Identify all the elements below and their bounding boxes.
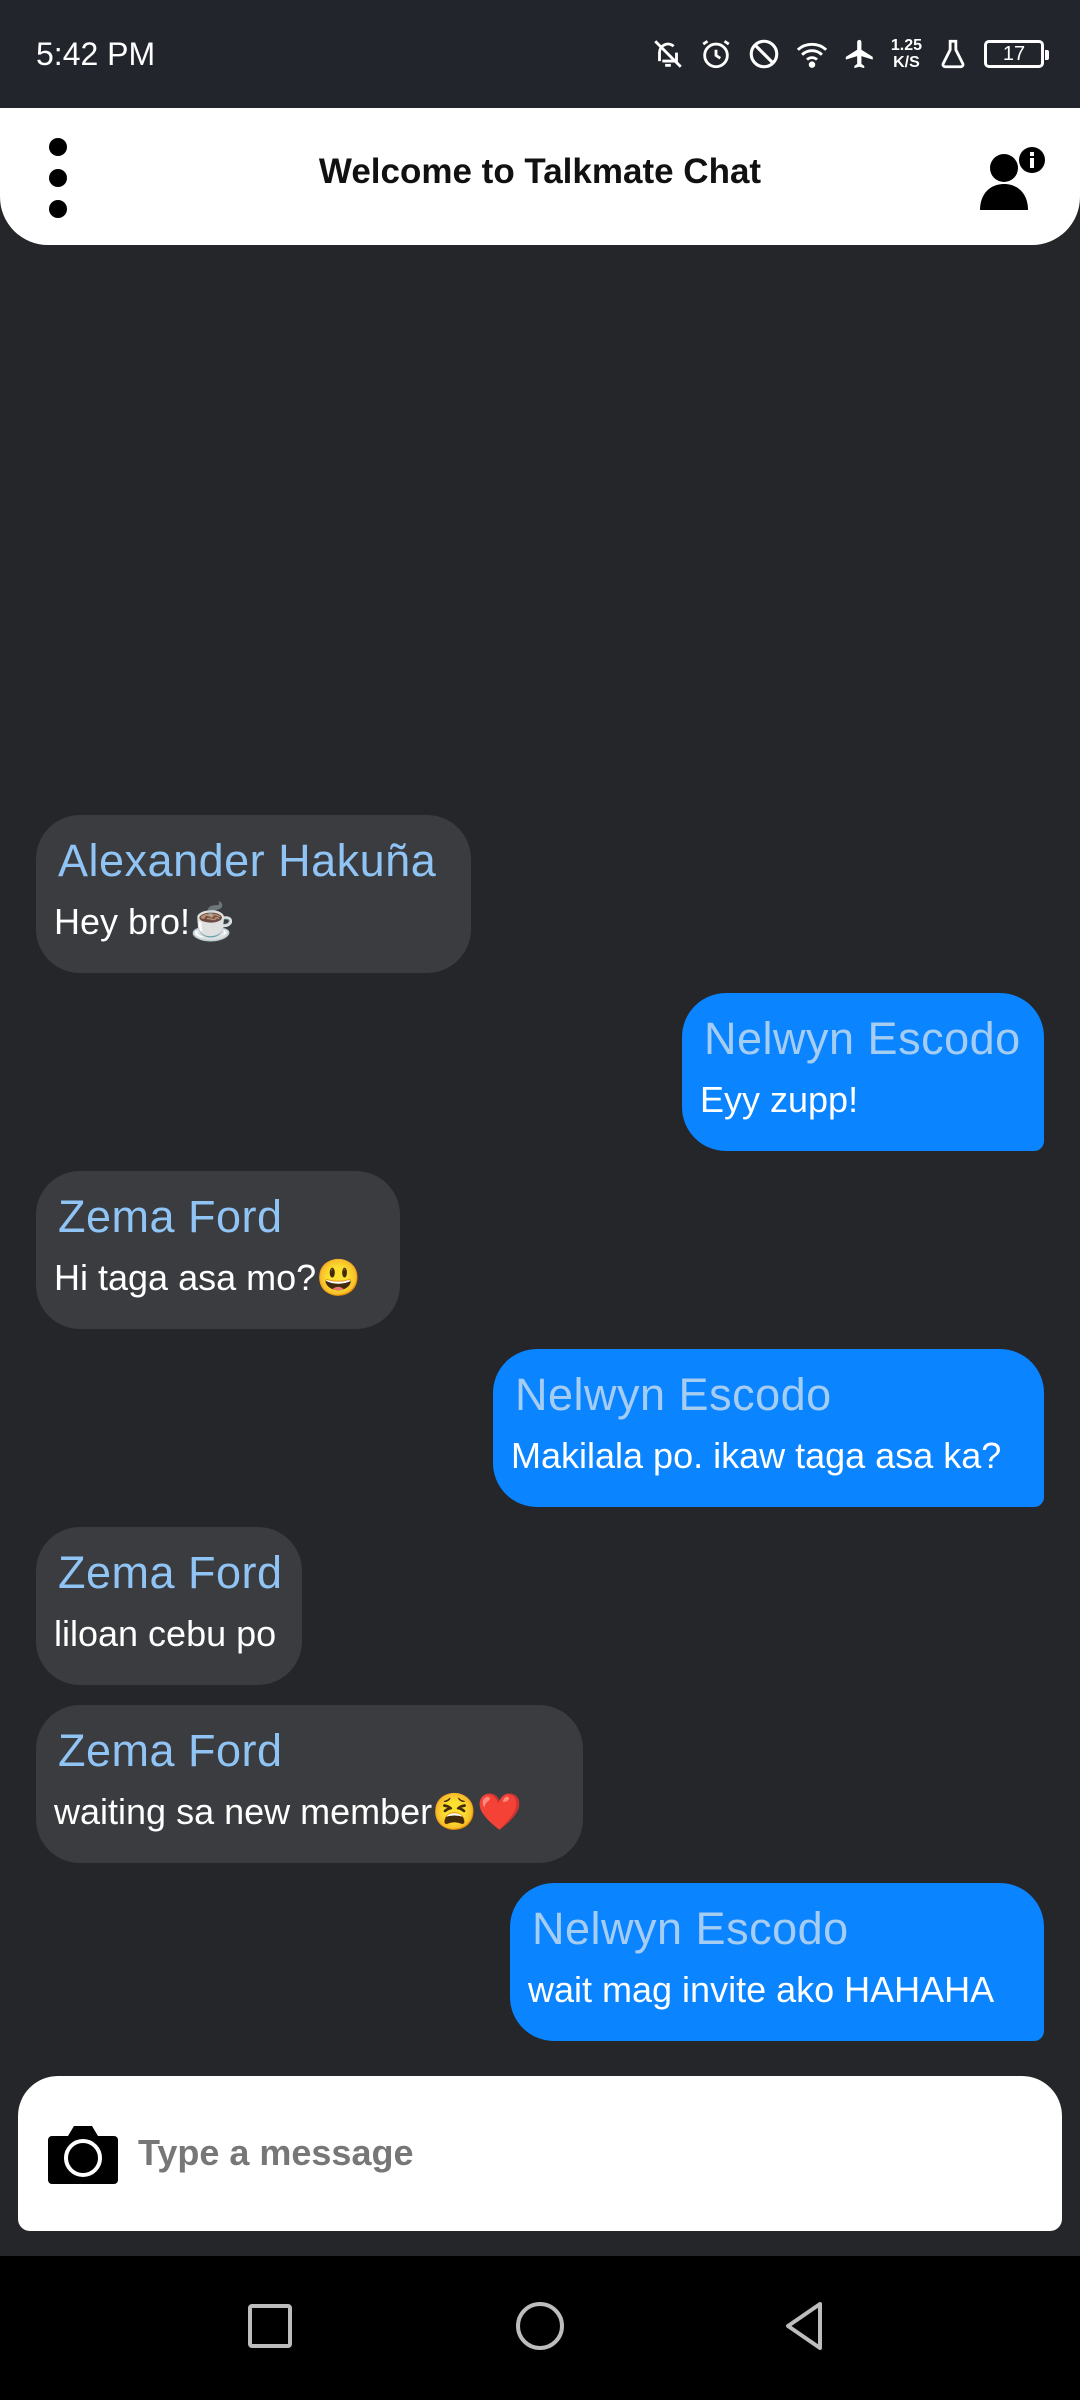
message-input[interactable] [136, 2116, 1020, 2190]
home-icon[interactable] [510, 2296, 570, 2356]
message-text: waiting sa new member😫❤️ [54, 1791, 522, 1832]
message-composer [18, 2076, 1062, 2231]
alarm-icon [699, 37, 733, 71]
user-info-icon[interactable] [976, 146, 1050, 212]
camera-icon[interactable] [46, 2118, 120, 2188]
battery-icon: 17 [984, 40, 1049, 68]
back-icon[interactable] [776, 2296, 836, 2356]
do-not-disturb-icon [747, 37, 781, 71]
message-sender: Nelwyn Escodo [704, 1013, 1021, 1064]
message-bubble-outgoing[interactable]: Nelwyn Escodo Makilala po. ikaw taga asa… [493, 1349, 1044, 1507]
message-text: Makilala po. ikaw taga asa ka? [511, 1435, 1002, 1476]
message-bubble-incoming[interactable]: Zema Ford Hi taga asa mo?😃 [36, 1171, 400, 1329]
speed-indicator: 1.25 K/S [891, 37, 922, 71]
message-text: Hey bro!☕ [54, 901, 235, 942]
message-sender: Zema Ford [58, 1725, 283, 1776]
system-nav-bar [0, 2256, 1080, 2400]
message-text: Eyy zupp! [700, 1079, 859, 1120]
message-bubble-incoming[interactable]: Zema Ford waiting sa new member😫❤️ [36, 1705, 583, 1863]
speed-unit: K/S [893, 54, 920, 71]
status-time: 5:42 PM [36, 35, 156, 72]
message-text: Hi taga asa mo?😃 [54, 1257, 361, 1298]
speed-value: 1.25 [890, 37, 922, 54]
message-bubble-incoming[interactable]: Alexander Hakuña Hey bro!☕ [36, 815, 471, 973]
message-sender: Nelwyn Escodo [515, 1369, 832, 1420]
recent-apps-icon[interactable] [240, 2296, 300, 2356]
message-text: wait mag invite ako HAHAHA [528, 1969, 995, 2010]
status-icons: 1.25 K/S 17 [651, 37, 1049, 71]
message-sender: Zema Ford [58, 1547, 283, 1598]
message-bubble-outgoing[interactable]: Nelwyn Escodo Eyy zupp! [682, 993, 1044, 1151]
message-sender: Nelwyn Escodo [532, 1903, 849, 1954]
message-sender: Alexander Hakuña [58, 835, 437, 886]
message-sender: Zema Ford [58, 1191, 283, 1242]
message-bubble-incoming[interactable]: Zema Ford liloan cebu po [36, 1527, 302, 1685]
page-title: Welcome to Talkmate Chat [318, 152, 762, 191]
flask-icon [936, 37, 970, 71]
airplane-icon [843, 37, 877, 71]
message-text: liloan cebu po [54, 1613, 277, 1654]
wifi-icon [795, 37, 829, 71]
status-bar: 5:42 PM 1.25 K/S 17 [0, 0, 1080, 108]
battery-level: 17 [1002, 42, 1026, 65]
mute-bell-icon [651, 37, 685, 71]
message-bubble-outgoing[interactable]: Nelwyn Escodo wait mag invite ako HAHAHA [510, 1883, 1044, 2041]
app-header: Welcome to Talkmate Chat [0, 108, 1080, 245]
message-list[interactable]: Alexander Hakuña Hey bro!☕ Nelwyn Escodo… [0, 245, 1080, 2075]
